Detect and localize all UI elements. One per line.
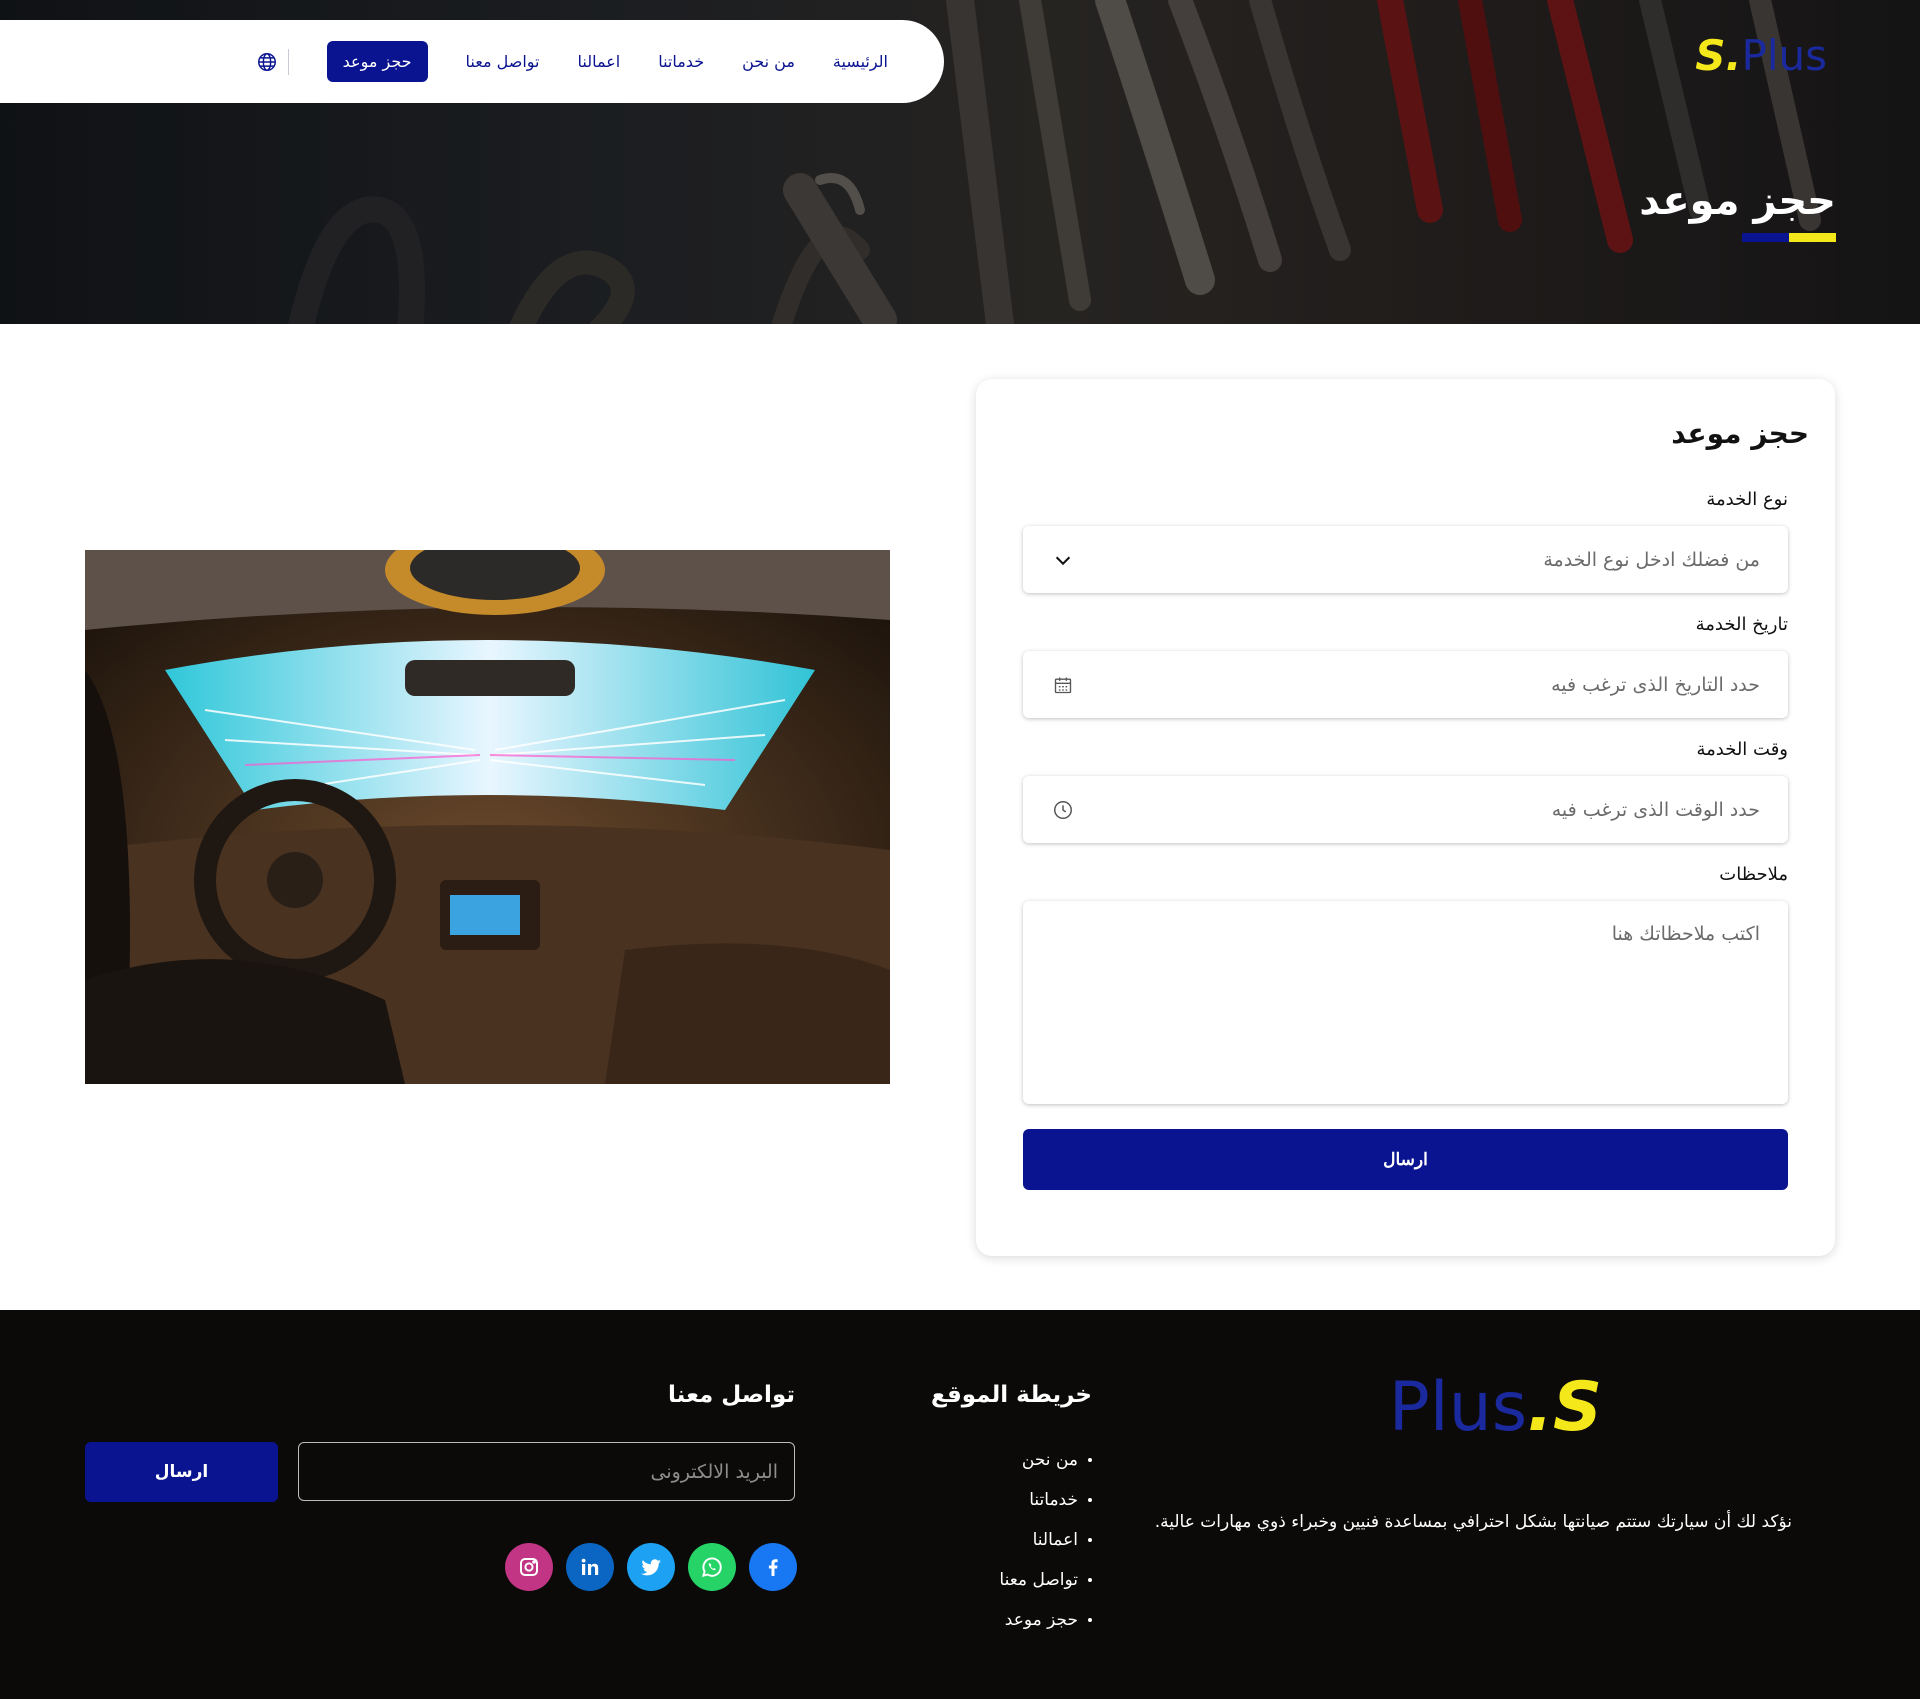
sitemap-item-contact[interactable]: تواصل معنا <box>999 1560 1092 1600</box>
nav-book-appointment-button[interactable]: حجز موعد <box>326 41 428 82</box>
title-underline <box>1742 233 1836 242</box>
nav-item-home[interactable]: الرئيسية <box>833 52 888 71</box>
hero-banner: الرئيسية من نحن خدماتنا اعمالنا تواصل مع… <box>0 0 1920 324</box>
logo-s-mark: S <box>1553 1368 1602 1447</box>
nav-item-works[interactable]: اعمالنا <box>578 52 621 71</box>
service-time-label: وقت الخدمة <box>1696 739 1788 760</box>
logo-dot: . <box>1725 31 1742 80</box>
header-logo[interactable]: S. Plus <box>1695 32 1827 80</box>
service-date-input[interactable]: حدد التاريخ الذى ترغب فيه <box>1023 651 1788 718</box>
clock-icon[interactable] <box>1051 798 1075 822</box>
service-date-placeholder: حدد التاريخ الذى ترغب فيه <box>1551 673 1760 696</box>
sitemap-item-services[interactable]: خدماتنا <box>999 1480 1092 1520</box>
submit-button[interactable]: ارسال <box>1023 1129 1788 1190</box>
nav-divider <box>287 48 289 75</box>
sitemap-item-label: اعمالنا <box>1032 1530 1078 1550</box>
car-interior-illustration <box>85 550 890 1084</box>
chevron-down-icon <box>1051 548 1075 572</box>
globe-icon[interactable] <box>256 51 278 73</box>
email-placeholder: البريد الالكترونى <box>650 1460 779 1483</box>
calendar-icon[interactable] <box>1051 673 1075 697</box>
top-navigation: الرئيسية من نحن خدماتنا اعمالنا تواصل مع… <box>0 20 944 103</box>
sitemap-item-about[interactable]: من نحن <box>999 1440 1092 1480</box>
page-title: حجز موعد <box>1639 178 1836 224</box>
logo-dot: . <box>1527 1368 1554 1447</box>
sitemap-title: خريطة الموقع <box>930 1382 1092 1408</box>
service-time-input[interactable]: حدد الوقت الذى ترغب فيه <box>1023 776 1788 843</box>
nav-item-services[interactable]: خدماتنا <box>658 52 704 71</box>
newsletter-submit-button[interactable]: ارسال <box>85 1442 278 1502</box>
sitemap-item-label: من نحن <box>1021 1450 1078 1470</box>
notes-textarea[interactable]: اكتب ملاحظاتك هنا <box>1023 901 1788 1104</box>
site-footer: S. Plus نؤكد لك أن سيارتك ستتم صيانتها بش… <box>0 1310 1920 1699</box>
logo-s-mark: S <box>1695 31 1726 80</box>
instagram-icon[interactable] <box>505 1543 553 1591</box>
whatsapp-icon[interactable] <box>688 1543 736 1591</box>
sitemap-item-works[interactable]: اعمالنا <box>999 1520 1092 1560</box>
sitemap-item-booking[interactable]: حجز موعد <box>999 1600 1092 1640</box>
sitemap-item-label: حجز موعد <box>1004 1610 1078 1630</box>
sitemap-item-label: تواصل معنا <box>999 1570 1078 1590</box>
newsletter-email-field[interactable]: البريد الالكترونى <box>298 1442 795 1501</box>
notes-placeholder: اكتب ملاحظاتك هنا <box>1611 923 1760 945</box>
booking-form-card: حجز موعد نوع الخدمة من فضلك ادخل نوع الخ… <box>976 379 1835 1256</box>
service-type-select[interactable]: من فضلك ادخل نوع الخدمة <box>1023 526 1788 593</box>
car-interior-image <box>85 550 890 1084</box>
sitemap-item-label: خدماتنا <box>1029 1490 1078 1510</box>
facebook-icon[interactable] <box>749 1543 797 1591</box>
logo-word: Plus <box>1388 1368 1528 1447</box>
nav-item-about[interactable]: من نحن <box>742 52 795 71</box>
notes-label: ملاحظات <box>1719 864 1788 885</box>
form-title: حجز موعد <box>1671 417 1809 450</box>
contact-title: تواصل معنا <box>668 1382 795 1408</box>
nav-item-contact[interactable]: تواصل معنا <box>466 52 540 71</box>
service-type-label: نوع الخدمة <box>1706 489 1788 510</box>
service-time-placeholder: حدد الوقت الذى ترغب فيه <box>1551 798 1760 821</box>
service-type-placeholder: من فضلك ادخل نوع الخدمة <box>1543 548 1760 571</box>
service-date-label: تاريخ الخدمة <box>1695 614 1788 635</box>
social-links <box>505 1543 797 1591</box>
linkedin-icon[interactable] <box>566 1543 614 1591</box>
sitemap-list: من نحن خدماتنا اعمالنا تواصل معنا حجز مو… <box>999 1440 1092 1640</box>
footer-logo[interactable]: S. Plus <box>1389 1370 1602 1446</box>
logo-word: Plus <box>1741 31 1828 80</box>
footer-tagline: نؤكد لك أن سيارتك ستتم صيانتها بشكل احتر… <box>1154 1512 1792 1532</box>
twitter-icon[interactable] <box>627 1543 675 1591</box>
